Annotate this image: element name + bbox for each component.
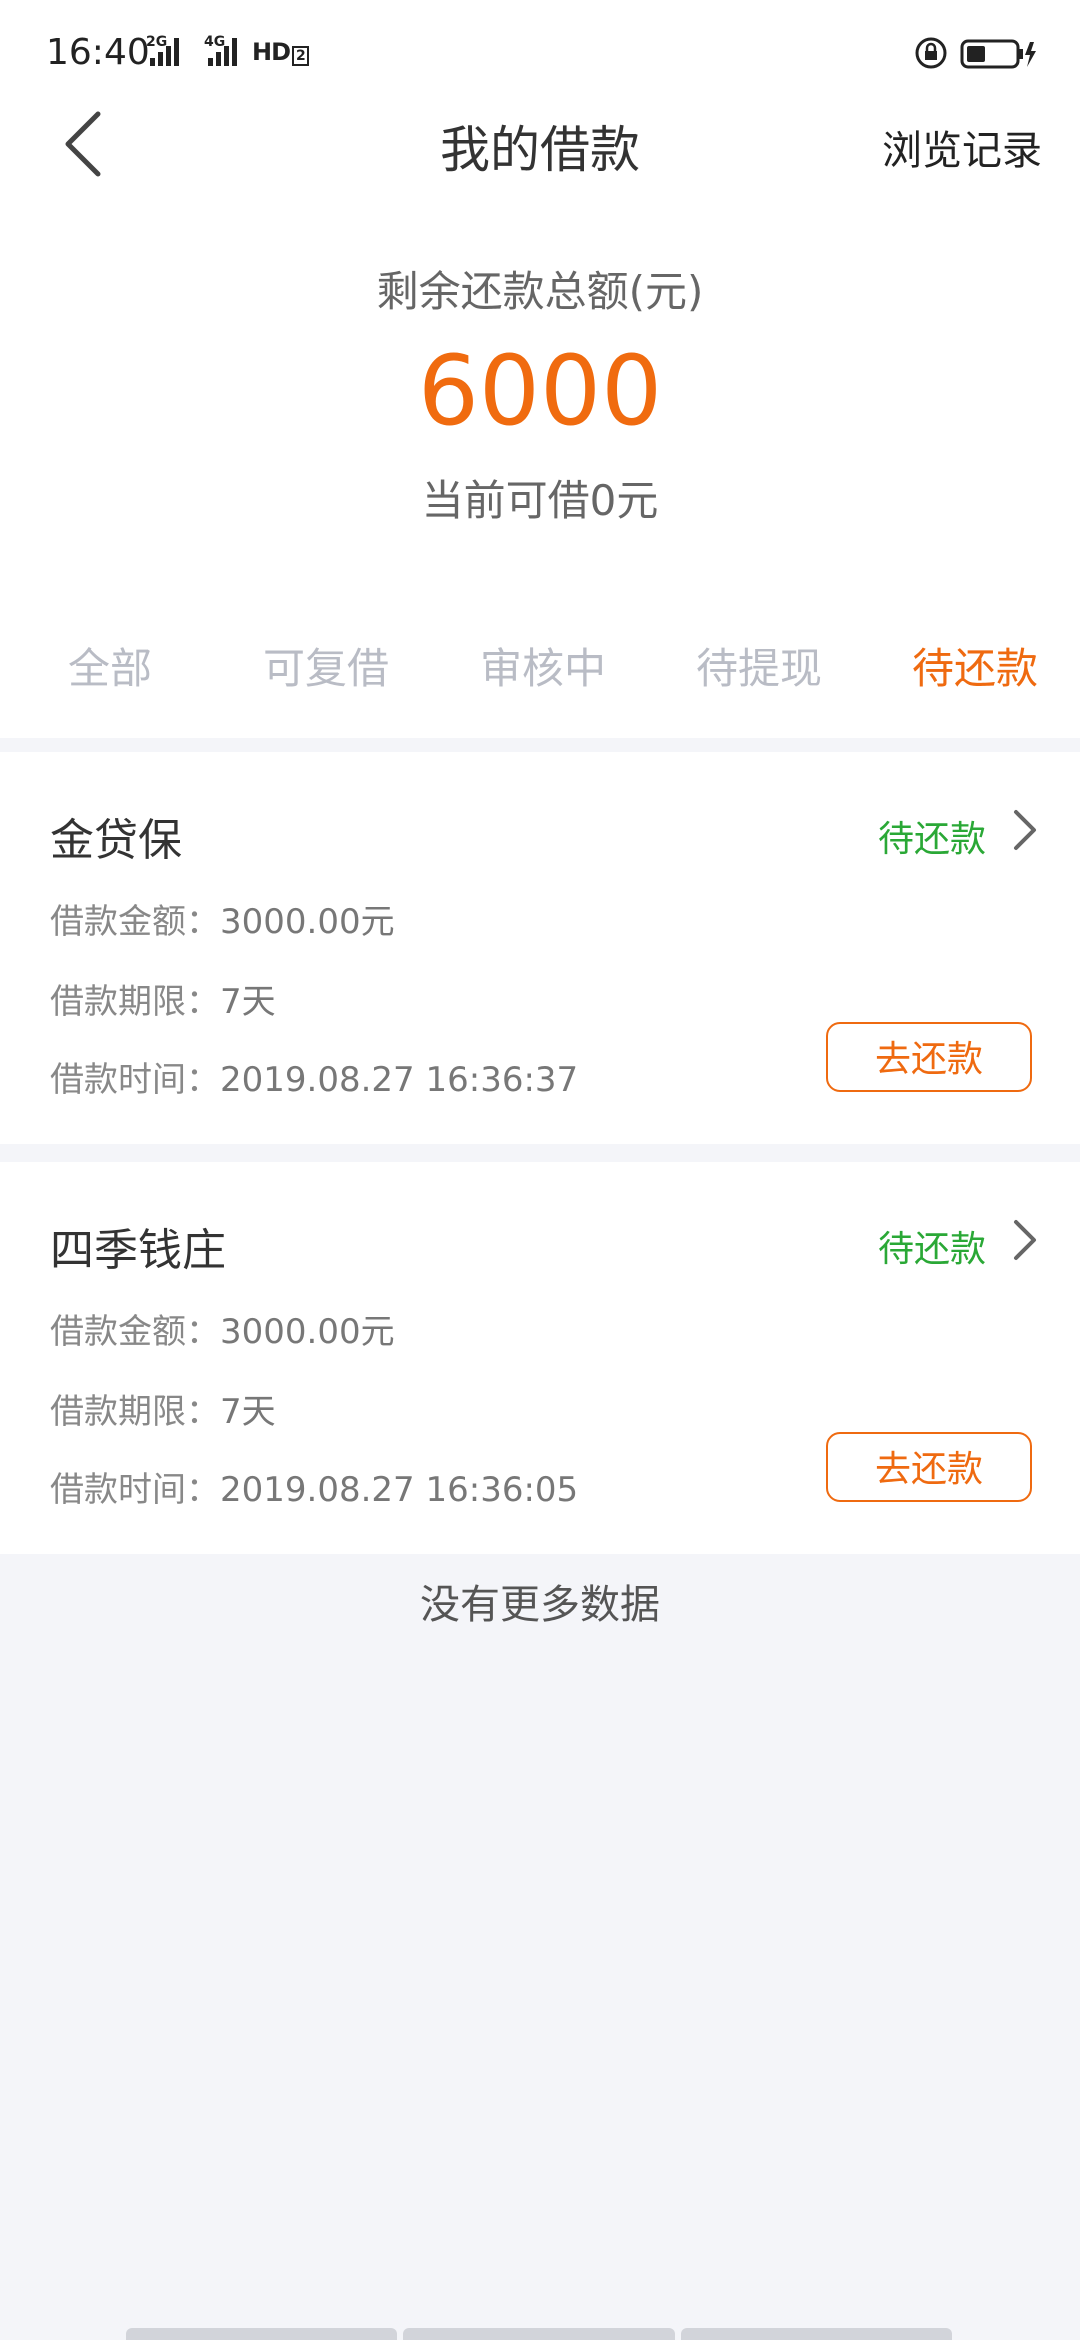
loan-amount-row: 借款金额：3000.00元 [50,902,395,942]
tab-under-review[interactable]: 审核中 [480,635,606,696]
tab-pending-withdrawal[interactable]: 待提现 [696,635,822,696]
repayment-summary: 剩余还款总额(元) 6000 当前可借0元 [0,258,1080,528]
loan-term-row: 借款期限：7天 [50,1392,276,1432]
loan-term-row: 借款期限：7天 [50,982,276,1022]
chevron-right-icon[interactable] [1012,1218,1038,1262]
tab-reborrowable[interactable]: 可复借 [263,635,389,696]
loan-time-row: 借款时间：2019.08.27 16:36:05 [50,1470,579,1510]
bottom-gesture-bar [126,2328,952,2340]
loan-card[interactable]: 金贷保 待还款 借款金额：3000.00元 借款期限：7天 借款时间：2019.… [0,752,1080,1144]
lender-name: 四季钱庄 [50,1225,226,1276]
loan-status[interactable]: 待还款 [878,1220,986,1272]
loan-status-tabs: 全部 可复借 审核中 待提现 待还款 [0,635,1080,705]
no-more-data-text: 没有更多数据 [420,1582,660,1628]
remaining-total-label: 剩余还款总额(元) [376,267,704,316]
loan-time-row: 借款时间：2019.08.27 16:36:37 [50,1060,579,1100]
lender-name: 金贷保 [50,815,182,866]
available-credit-text: 当前可借0元 [421,476,659,525]
header-panel: 16:40 2G 4G HD 2 我的借款 浏览记录 剩余还款总额(元) 600… [0,0,1080,738]
signal-icon [150,36,179,66]
tab-all[interactable]: 全部 [68,635,152,696]
repay-button[interactable]: 去还款 [826,1022,1032,1092]
tab-pending-repayment[interactable]: 待还款 [912,635,1038,696]
battery-charging-icon [960,39,1036,69]
browse-history-link[interactable]: 浏览记录 [882,118,1042,176]
hd-voice-icon: HD 2 [252,38,309,66]
nav-bar: 我的借款 浏览记录 [0,100,1080,190]
status-bar: 16:40 2G 4G HD 2 [0,0,1080,110]
remaining-total-amount: 6000 [417,335,663,447]
loan-card[interactable]: 四季钱庄 待还款 借款金额：3000.00元 借款期限：7天 借款时间：2019… [0,1162,1080,1554]
chevron-right-icon[interactable] [1012,808,1038,852]
repay-button[interactable]: 去还款 [826,1432,1032,1502]
signal-icon [208,36,237,66]
loan-amount-row: 借款金额：3000.00元 [50,1312,395,1352]
rotation-lock-icon [915,37,947,69]
status-time: 16:40 [46,32,150,73]
loan-status[interactable]: 待还款 [878,810,986,862]
